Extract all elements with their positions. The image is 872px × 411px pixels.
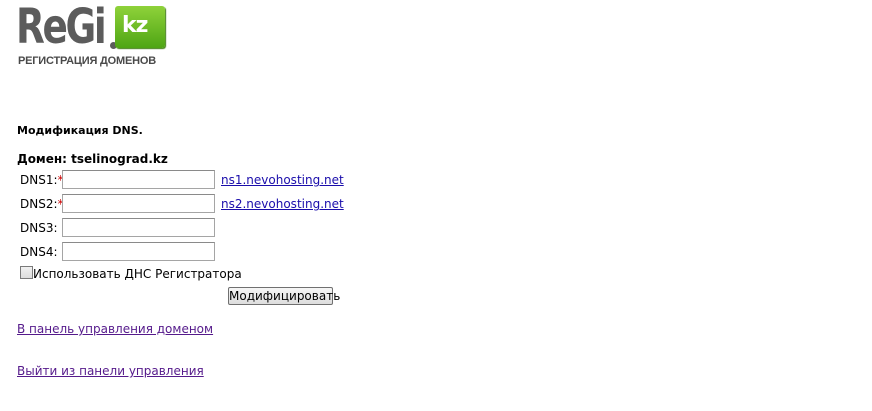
dns3-label: DNS3: (20, 221, 58, 235)
domain-name: Домен: tselinograd.kz (17, 152, 168, 166)
dns2-input[interactable] (62, 194, 215, 213)
dns1-input[interactable] (62, 170, 215, 189)
dns2-suggestion-link[interactable]: ns2.nevohosting.net (221, 197, 344, 211)
dns4-label: DNS4: (20, 245, 58, 259)
logo-badge: kz (115, 6, 165, 48)
domain-panel-link[interactable]: В панель управления доменом (17, 322, 213, 336)
logo-wordmark: ReGi (16, 0, 107, 55)
use-registrar-dns-label[interactable]: Использовать ДНС Регистратора (33, 267, 242, 281)
logo-badge-text: kz (122, 13, 148, 38)
logo-tagline: РЕГИСТРАЦИЯ ДОМЕНОВ (18, 55, 156, 67)
dns1-suggestion-link[interactable]: ns1.nevohosting.net (221, 173, 344, 187)
page-heading: Модификация DNS. (17, 124, 143, 137)
logout-link[interactable]: Выйти из панели управления (17, 364, 204, 378)
page: ReGi kz РЕГИСТРАЦИЯ ДОМЕНОВ Модификация … (0, 0, 872, 411)
dns3-input[interactable] (62, 218, 215, 237)
dns1-label: DNS1:* (20, 173, 64, 187)
regi-kz-logo[interactable]: ReGi kz РЕГИСТРАЦИЯ ДОМЕНОВ (16, 3, 168, 67)
use-registrar-dns-checkbox[interactable] (20, 266, 33, 279)
dns2-label: DNS2:* (20, 197, 64, 211)
modify-button[interactable]: Модифицировать (228, 287, 340, 305)
dns4-input[interactable] (62, 242, 215, 261)
